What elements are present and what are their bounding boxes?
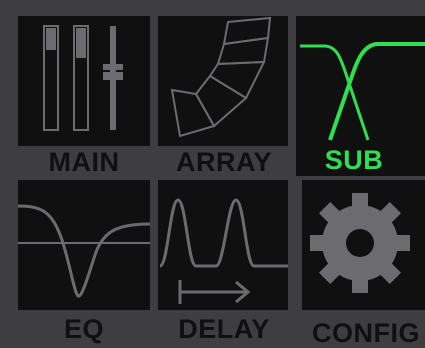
delay-panel: [158, 180, 288, 310]
gear-icon: [310, 193, 410, 293]
config-label: CONFIG: [312, 318, 420, 348]
main-panel: [18, 16, 150, 146]
sub-label: SUB: [324, 145, 384, 175]
line-array-icon: [170, 16, 272, 138]
array-tile[interactable]: ARRAY: [158, 16, 290, 176]
delay-label: DELAY: [178, 314, 270, 344]
main-tile[interactable]: MAIN: [18, 16, 150, 176]
config-panel: [302, 180, 425, 310]
main-label: MAIN: [48, 147, 120, 177]
delay-tile[interactable]: DELAY: [158, 180, 290, 344]
eq-panel: [18, 180, 150, 310]
delay-wave-icon: [158, 198, 288, 304]
eq-tile[interactable]: EQ: [18, 180, 150, 344]
array-label: ARRAY: [175, 147, 273, 177]
eq-label: EQ: [63, 314, 104, 344]
eq-curve-icon: [18, 204, 150, 298]
config-tile[interactable]: CONFIG: [302, 180, 425, 347]
sub-tile[interactable]: SUB: [296, 16, 425, 176]
faders-icon: [43, 25, 123, 131]
array-panel: [158, 16, 288, 146]
